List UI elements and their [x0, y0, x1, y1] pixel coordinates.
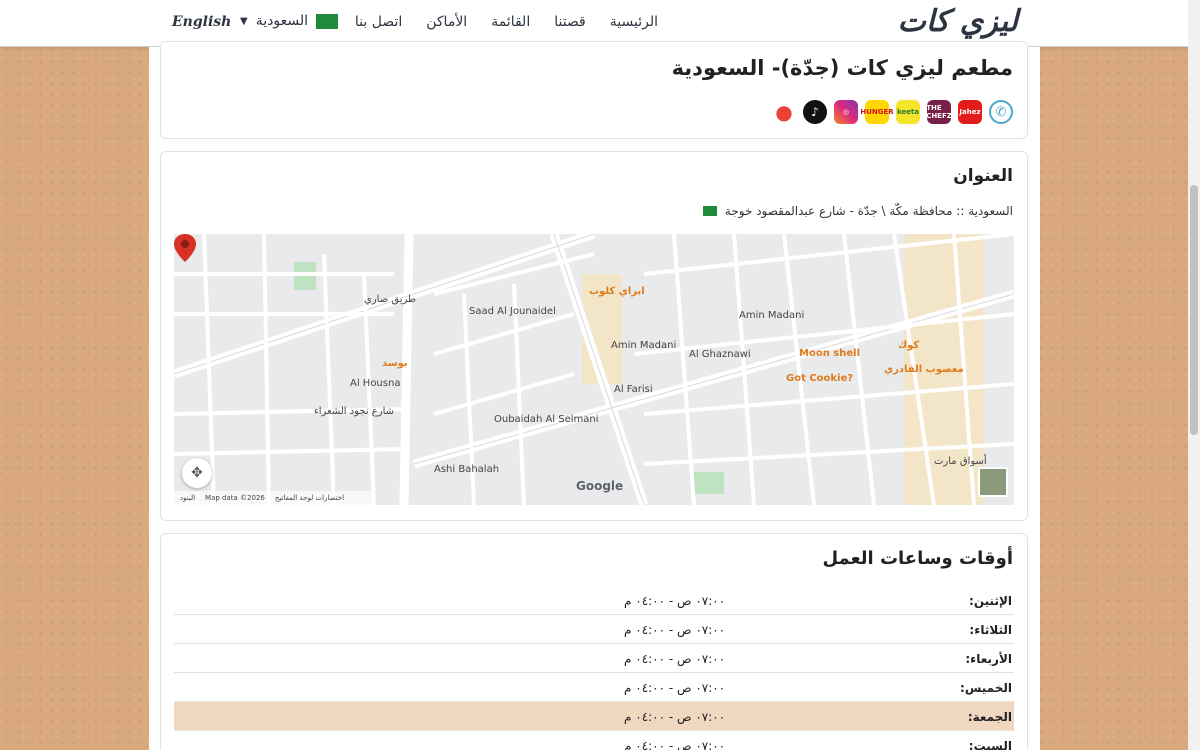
map-label: Al Ghaznawi: [689, 349, 751, 360]
poi-label[interactable]: ابراي كلوب: [589, 286, 645, 297]
time-value: ٠٧:٠٠ ص - ٠٤:٠٠ م: [624, 594, 726, 608]
satellite-toggle[interactable]: [978, 467, 1008, 497]
hours-row: السبت: ٠٧:٠٠ ص - ٠٤:٠٠ م: [174, 731, 1014, 750]
google-map[interactable]: Saad Al Jounaidel Amin Madani Amin Madan…: [174, 234, 1014, 505]
map-label: أسواق مارت: [934, 456, 987, 467]
address-line: السعودية :: محافظة مكّة \ جدّة - شارع عب…: [702, 204, 1013, 218]
saudi-flag-icon: [702, 206, 717, 216]
time-value: ٠٧:٠٠ ص - ٠٤:٠٠ م: [624, 652, 726, 666]
poi-label[interactable]: كوك: [898, 340, 919, 351]
day-label: الثلاثاء:: [969, 623, 1012, 637]
jahez-icon[interactable]: Jahez: [958, 100, 982, 124]
hours-row: الإثنين: ٠٧:٠٠ ص - ٠٤:٠٠ م: [174, 586, 1014, 615]
attribution-data: Map data ©2026: [205, 494, 265, 502]
nav-link-home[interactable]: الرئيسية: [610, 14, 658, 30]
hungerstation-icon[interactable]: HUNGER: [860, 100, 894, 124]
google-logo: Google: [576, 479, 624, 493]
phone-icon[interactable]: ✆: [989, 100, 1013, 124]
poi-label[interactable]: معصوب القادري: [884, 364, 964, 375]
address-text: السعودية :: محافظة مكّة \ جدّة - شارع عب…: [724, 204, 1013, 218]
keeta-icon[interactable]: keeta: [896, 100, 920, 124]
attribution-shortcuts[interactable]: اختصارات لوحة المفاتيح: [275, 494, 344, 502]
top-navbar: ليزي كات الرئيسية قصتنا القائمة الأماكن …: [0, 0, 1188, 47]
map-label: Ashi Bahalah: [434, 464, 500, 475]
restaurant-header-card: مطعم ليزي كات (جدّة)- السعودية ✆ Jahez T…: [160, 41, 1028, 139]
main-content: مطعم ليزي كات (جدّة)- السعودية ✆ Jahez T…: [149, 41, 1040, 750]
map-label: Al Housna: [350, 378, 401, 389]
instagram-icon[interactable]: ◎: [834, 100, 858, 124]
hours-row: الخميس: ٠٧:٠٠ ص - ٠٤:٠٠ م: [174, 673, 1014, 702]
day-label: الخميس:: [960, 681, 1012, 695]
time-value: ٠٧:٠٠ ص - ٠٤:٠٠ م: [624, 739, 726, 750]
day-label: الجمعة:: [967, 710, 1012, 724]
hours-row: الأربعاء: ٠٧:٠٠ ص - ٠٤:٠٠ م: [174, 644, 1014, 673]
day-label: السبت:: [968, 739, 1012, 750]
nav-link-menu[interactable]: القائمة: [491, 14, 530, 30]
time-value: ٠٧:٠٠ ص - ٠٤:٠٠ م: [624, 681, 726, 695]
map-move-control-icon[interactable]: ✥: [182, 458, 212, 488]
hours-card: أوقات وساعات العمل الإثنين: ٠٧:٠٠ ص - ٠٤…: [160, 533, 1028, 750]
hours-heading: أوقات وساعات العمل: [822, 548, 1013, 569]
map-label: Al Farisi: [614, 384, 653, 395]
poi-label[interactable]: Moon shell: [799, 348, 860, 359]
tiktok-icon[interactable]: ♪: [803, 100, 827, 124]
time-value: ٠٧:٠٠ ص - ٠٤:٠٠ م: [624, 710, 726, 724]
map-label: Amin Madani: [739, 310, 805, 321]
poi-label[interactable]: Got Cookie?: [786, 373, 853, 384]
site-logo[interactable]: ليزي كات: [898, 4, 1018, 39]
time-value: ٠٧:٠٠ ص - ٠٤:٠٠ م: [624, 623, 726, 637]
day-label: الإثنين:: [969, 594, 1012, 608]
hours-table: الإثنين: ٠٧:٠٠ ص - ٠٤:٠٠ م الثلاثاء: ٠٧:…: [174, 586, 1014, 750]
country-selector[interactable]: ▼ السعودية: [240, 13, 338, 29]
nav-links: الرئيسية قصتنا القائمة الأماكن اتصل بنا: [355, 14, 658, 30]
page-title: مطعم ليزي كات (جدّة)- السعودية: [671, 56, 1013, 80]
map-label: Amin Madani: [611, 340, 677, 351]
nav-link-story[interactable]: قصتنا: [554, 14, 586, 30]
poi-label[interactable]: بوسد: [382, 358, 408, 369]
chevron-down-icon: ▼: [240, 15, 248, 27]
address-heading: العنوان: [953, 166, 1013, 186]
saudi-flag-icon: [315, 13, 338, 29]
address-card: العنوان السعودية :: محافظة مكّة \ جدّة -…: [160, 151, 1028, 521]
contact-icons: ✆ Jahez THE CHEFZ keeta HUNGER ◎ ♪ ●: [772, 100, 1013, 124]
nav-link-contact[interactable]: اتصل بنا: [355, 14, 402, 30]
hours-row-today: الجمعة: ٠٧:٠٠ ص - ٠٤:٠٠ م: [174, 702, 1014, 731]
map-pin-icon[interactable]: [174, 234, 196, 262]
attribution-terms[interactable]: البنود: [180, 494, 195, 502]
map-label: شارع نجود الشعراء: [314, 406, 395, 417]
hours-row: الثلاثاء: ٠٧:٠٠ ص - ٠٤:٠٠ م: [174, 615, 1014, 644]
map-attribution: البنود Map data ©2026 اختصارات لوحة المف…: [174, 491, 374, 505]
scrollbar-thumb[interactable]: [1190, 185, 1198, 435]
map-label: طريق صاري: [364, 294, 416, 305]
day-label: الأربعاء:: [965, 652, 1012, 666]
map-label: Saad Al Jounaidel: [469, 306, 556, 317]
page-scrollbar[interactable]: [1188, 0, 1200, 750]
map-label: Oubaidah Al Selmani: [494, 414, 599, 425]
nav-link-locations[interactable]: الأماكن: [426, 14, 467, 30]
the-chefz-icon[interactable]: THE CHEFZ: [926, 100, 952, 124]
google-maps-icon[interactable]: ●: [772, 100, 796, 124]
country-name: السعودية: [255, 13, 308, 29]
language-switch[interactable]: English: [172, 14, 231, 30]
